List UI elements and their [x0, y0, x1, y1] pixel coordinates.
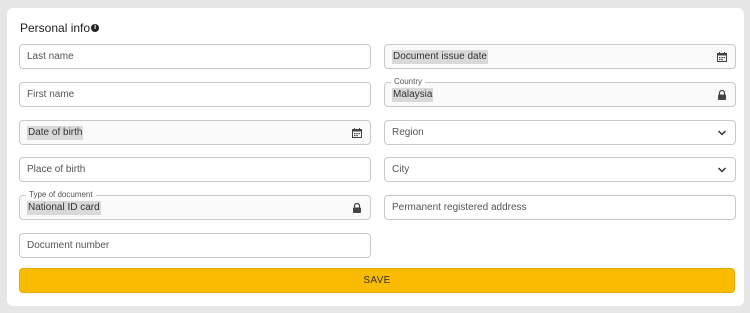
document-issue-date-field[interactable]: Document issue date — [384, 44, 736, 69]
country-label: Country — [391, 77, 426, 87]
city-select[interactable]: City — [384, 157, 736, 182]
date-of-birth-value: Date of birth — [27, 126, 84, 140]
chevron-down-icon[interactable] — [716, 163, 728, 177]
document-number-placeholder: Document number — [27, 240, 110, 251]
type-of-document-label: Type of document — [26, 190, 96, 200]
permanent-address-placeholder: Permanent registered address — [392, 202, 527, 213]
section-title-text: Personal info — [20, 21, 91, 35]
personal-info-card: Personal info i Last name First name Dat… — [7, 8, 744, 306]
first-name-field[interactable]: First name — [19, 82, 371, 107]
permanent-address-field[interactable]: Permanent registered address — [384, 195, 736, 220]
city-placeholder: City — [392, 164, 410, 175]
last-name-field[interactable]: Last name — [19, 44, 371, 69]
lock-icon — [716, 88, 728, 102]
region-select[interactable]: Region — [384, 120, 736, 145]
section-title: Personal info i — [20, 21, 100, 35]
document-issue-date-value: Document issue date — [392, 50, 488, 64]
country-field: Country Malaysia — [384, 77, 736, 107]
country-value: Malaysia — [392, 88, 434, 102]
info-icon[interactable]: i — [91, 24, 100, 32]
place-of-birth-field[interactable]: Place of birth — [19, 157, 371, 182]
last-name-placeholder: Last name — [27, 51, 74, 62]
chevron-down-icon[interactable] — [716, 126, 728, 140]
document-number-field[interactable]: Document number — [19, 233, 371, 258]
type-of-document-value: National ID card — [27, 201, 101, 215]
save-button[interactable]: SAVE — [19, 268, 735, 293]
calendar-icon[interactable] — [351, 126, 363, 140]
calendar-icon[interactable] — [716, 50, 728, 64]
type-of-document-field: Type of document National ID card — [19, 190, 371, 220]
date-of-birth-field[interactable]: Date of birth — [19, 120, 371, 145]
first-name-placeholder: First name — [27, 89, 75, 100]
region-placeholder: Region — [392, 127, 424, 138]
place-of-birth-placeholder: Place of birth — [27, 164, 86, 175]
lock-icon — [351, 201, 363, 215]
